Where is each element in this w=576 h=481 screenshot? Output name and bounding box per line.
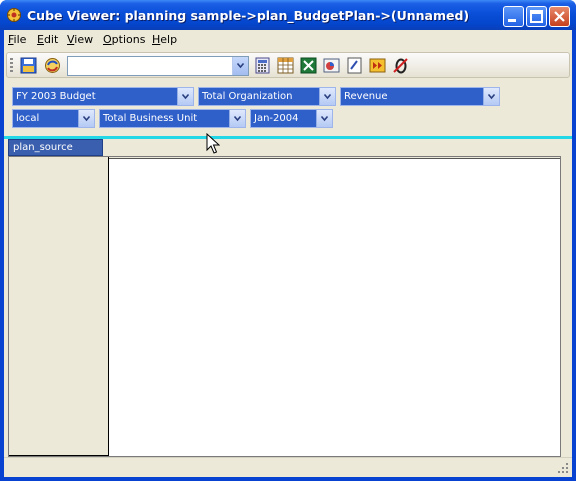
close-button[interactable] — [549, 6, 570, 27]
chevron-down-icon — [83, 115, 90, 122]
title-bar[interactable]: Cube Viewer: planning sample->plan_Budge… — [0, 0, 576, 30]
resize-grip-icon[interactable] — [558, 463, 569, 474]
window-title: Cube Viewer: planning sample->plan_Budge… — [27, 8, 470, 23]
status-bar — [4, 457, 572, 477]
column-header-area — [109, 157, 560, 159]
menu-file[interactable]: File — [8, 33, 26, 46]
zero-suppress-icon[interactable] — [391, 56, 410, 75]
account-dropdown-arrow[interactable] — [483, 88, 499, 105]
menu-edit[interactable]: Edit — [37, 33, 58, 46]
menu-view[interactable]: View — [67, 33, 93, 46]
maximize-icon — [530, 10, 543, 23]
cube-viewer-icon — [7, 8, 21, 22]
row-dimension-tab[interactable]: plan_source — [8, 139, 103, 156]
account-dropdown[interactable]: Revenue — [340, 87, 500, 106]
calculator-icon[interactable] — [253, 56, 272, 75]
menu-options[interactable]: Options — [103, 33, 145, 46]
chevron-down-icon — [234, 115, 241, 122]
currency-dropdown-arrow[interactable] — [78, 110, 94, 127]
chart-icon[interactable] — [322, 56, 341, 75]
time-dropdown[interactable]: Jan-2004 — [250, 109, 333, 128]
version-dropdown-arrow[interactable] — [177, 88, 193, 105]
row-header-area — [9, 157, 109, 456]
menu-bar: File Edit View Options Help — [4, 30, 572, 50]
toolbar-grip[interactable] — [10, 58, 13, 72]
toolbar — [6, 52, 570, 78]
close-icon — [554, 11, 565, 22]
cube-grid[interactable] — [8, 156, 561, 457]
chevron-down-icon — [321, 115, 328, 122]
mouse-pointer-icon — [206, 133, 220, 154]
organization-dropdown-arrow[interactable] — [319, 88, 335, 105]
menu-help[interactable]: Help — [152, 33, 177, 46]
chevron-down-icon — [324, 93, 331, 100]
run-icon[interactable] — [368, 56, 387, 75]
chevron-down-icon — [182, 93, 189, 100]
business-unit-dropdown-arrow[interactable] — [229, 110, 245, 127]
time-dropdown-arrow[interactable] — [316, 110, 332, 127]
save-view-icon[interactable] — [19, 56, 38, 75]
view-combo[interactable] — [67, 56, 249, 76]
client-area: File Edit View Options Help FY 2003 Budg… — [4, 30, 572, 477]
currency-dropdown[interactable]: local — [12, 109, 95, 128]
view-combo-arrow[interactable] — [232, 57, 248, 75]
minimize-button[interactable] — [503, 6, 524, 27]
cube-viewer-window: Cube Viewer: planning sample->plan_Budge… — [0, 0, 576, 481]
maximize-button[interactable] — [526, 6, 547, 27]
recalculate-icon[interactable] — [43, 56, 62, 75]
chevron-down-icon — [488, 93, 495, 100]
business-unit-dropdown[interactable]: Total Business Unit — [99, 109, 246, 128]
table-icon[interactable] — [276, 56, 295, 75]
minimize-icon — [508, 19, 516, 22]
chevron-down-icon — [237, 62, 244, 69]
version-dropdown[interactable]: FY 2003 Budget — [12, 87, 194, 106]
edit-icon[interactable] — [345, 56, 364, 75]
excel-icon[interactable] — [299, 56, 318, 75]
organization-dropdown[interactable]: Total Organization — [198, 87, 336, 106]
